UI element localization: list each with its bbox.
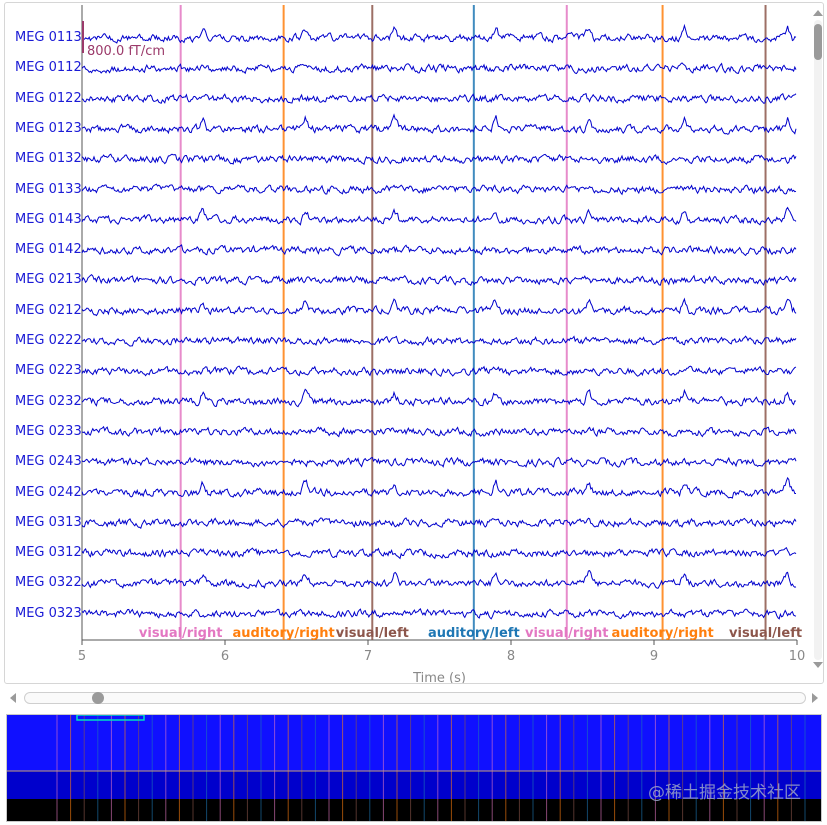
channel-trace [81,388,797,408]
x-tick-label: 5 [78,649,86,664]
channel-label[interactable]: MEG 0243 [15,455,82,469]
channel-label[interactable]: MEG 0322 [15,576,82,590]
channel-trace [81,476,796,499]
watermark: @稀土掘金技术社区 [648,783,801,803]
x-tick-label: 8 [507,649,515,664]
event-label: visual/left [336,626,409,641]
vertical-scrollbar[interactable] [811,8,825,668]
channel-label[interactable]: MEG 0122 [15,91,82,106]
event-label: auditory/right [611,626,713,641]
channel-trace [81,274,797,287]
channel-trace [81,297,797,317]
channel-label[interactable]: MEG 0112 [15,61,82,75]
channel-trace [81,113,797,135]
scroll-left-icon[interactable] [10,693,16,703]
channel-label[interactable]: MEG 0142 [15,243,82,257]
channel-label[interactable]: MEG 0223 [15,364,82,378]
x-tick-label: 9 [650,649,658,664]
x-tick-label: 7 [364,649,372,664]
channel-trace [81,365,797,377]
x-tick-label: 6 [221,649,229,664]
channel-trace [81,456,797,468]
channel-trace [81,92,797,104]
event-label: visual/right [525,626,609,641]
event-label: visual/left [729,626,802,641]
x-axis-label: Time (s) [412,671,466,683]
channel-trace [81,206,797,226]
channel-trace [81,546,797,560]
channel-trace [81,569,797,589]
channel-trace [81,425,797,438]
traces-plot: visual/right auditory/right visual/left aud… [78,5,806,683]
channel-trace [81,62,797,75]
channel-label[interactable]: MEG 0232 [15,394,82,409]
x-tick-label: 10 [789,649,806,664]
vertical-scroll-track[interactable] [814,20,822,660]
event-label: auditory/left [428,626,520,641]
channel-label[interactable]: MEG 0233 [15,424,82,439]
scroll-up-icon[interactable] [813,10,823,16]
event-label: auditory/right [233,626,335,641]
overview-band-top [7,715,821,771]
channel-label[interactable]: MEG 0212 [15,303,82,318]
scroll-right-icon[interactable] [812,693,818,703]
channel-trace [81,335,797,347]
scale-bar-label: 800.0 fT/cm [87,44,165,59]
channel-label[interactable]: MEG 0323 [15,606,82,621]
horizontal-scroll-track[interactable] [24,692,806,704]
channel-label[interactable]: MEG 0313 [15,515,82,530]
scroll-down-icon[interactable] [813,662,823,668]
horizontal-scroll-thumb[interactable] [92,692,104,704]
channel-trace [81,153,797,166]
event-label: visual/right [139,626,223,641]
vertical-scroll-thumb[interactable] [814,24,822,60]
channel-trace [81,244,797,257]
channel-trace [81,608,797,620]
channel-label[interactable]: MEG 0213 [15,273,82,287]
raw-data-browser: visual/right auditory/right visual/left aud… [4,2,824,684]
channel-trace [81,183,797,196]
channel-label[interactable]: MEG 0312 [15,546,82,560]
channel-label[interactable]: MEG 0132 [15,152,82,166]
channel-label[interactable]: MEG 0222 [15,334,82,348]
channel-label[interactable]: MEG 0133 [15,182,82,197]
channel-trace [81,517,797,530]
channel-label[interactable]: MEG 0123 [15,121,82,136]
channel-label[interactable]: MEG 0113 [15,31,82,45]
horizontal-scrollbar[interactable] [8,689,820,707]
channel-label[interactable]: MEG 0143 [15,212,82,227]
channel-label[interactable]: MEG 0242 [15,485,82,500]
channel-trace [81,23,797,44]
overview-plot[interactable] [7,714,821,821]
overview-bar[interactable] [6,714,822,822]
